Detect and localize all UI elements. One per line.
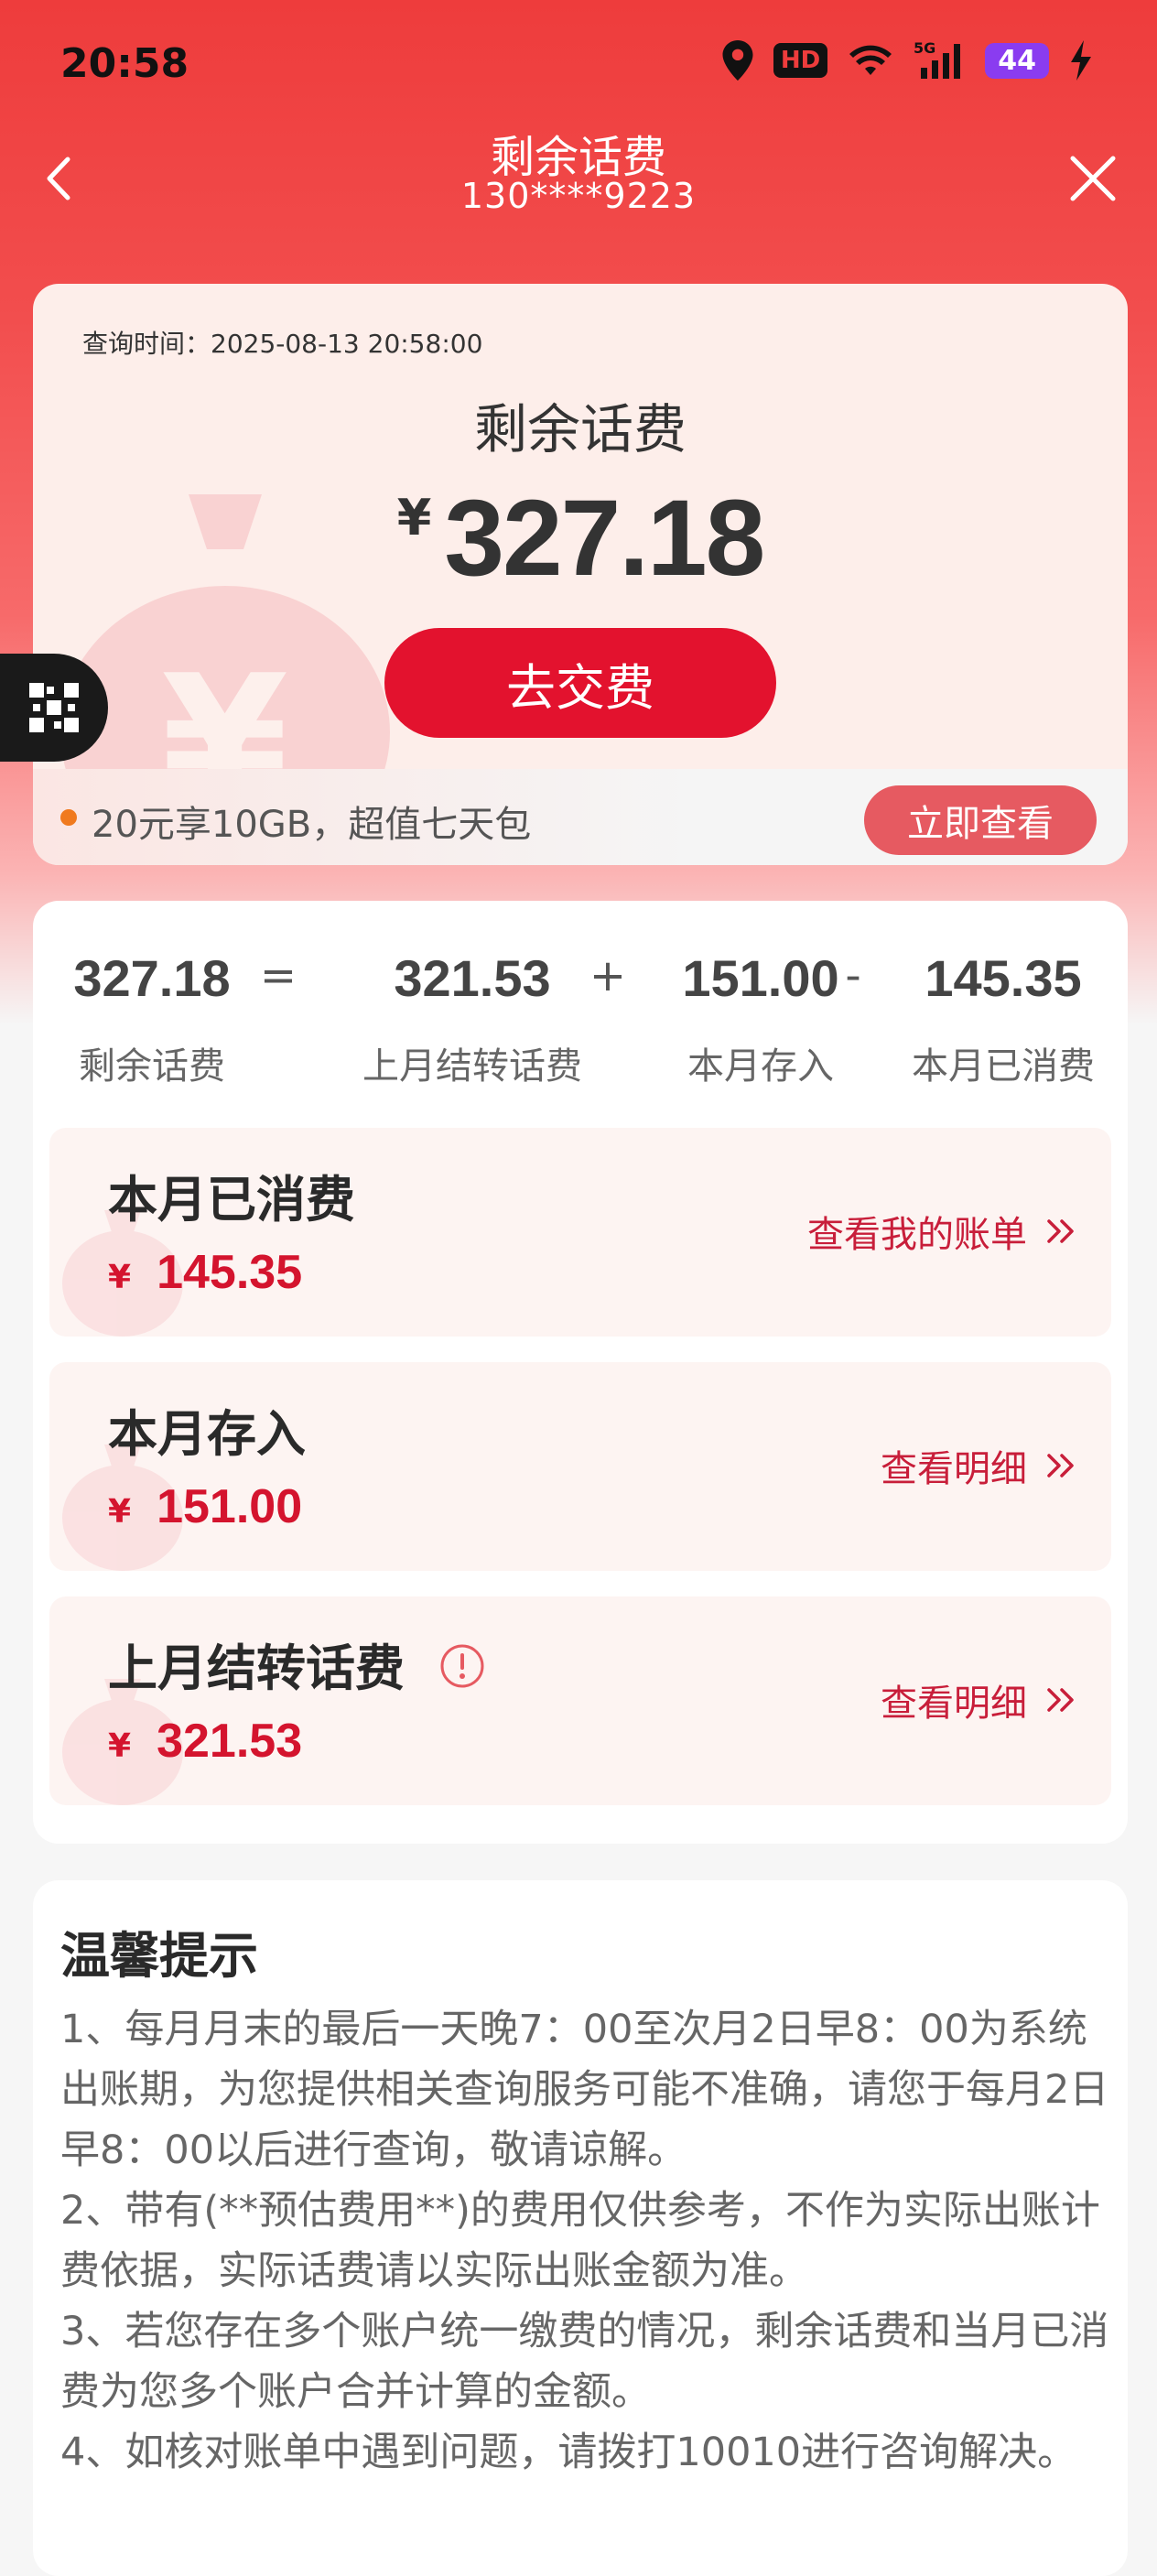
wifi-icon	[848, 42, 893, 79]
balance-amount: ¥327.18	[33, 476, 1128, 601]
row-amount: ¥321.53	[108, 1714, 302, 1769]
signal-5g-icon: 5G	[914, 40, 965, 81]
balance-number: 327.18	[444, 478, 765, 599]
currency-symbol: ¥	[396, 489, 432, 547]
equation-label-deposit: 本月存入	[687, 1045, 834, 1088]
status-bar: 20:58 HD 5G 44	[0, 0, 1157, 137]
pay-button[interactable]: 去交费	[384, 628, 776, 738]
double-chevron-right-icon	[1047, 1688, 1074, 1712]
equation-label-carryover: 上月结转话费	[362, 1045, 582, 1088]
hd-icon: HD	[773, 43, 828, 78]
tip-item: 3、若您存在多个账户统一缴费的情况，剩余话费和当月已消费为您多个账户合并计算的金…	[60, 2309, 1109, 2415]
row-link-label: 查看明细	[881, 1683, 1027, 1725]
row-amount: ¥151.00	[108, 1479, 302, 1534]
detail-row-spent[interactable]: 本月已消费 ¥145.35 查看我的账单	[49, 1128, 1111, 1337]
row-title: 本月存入	[108, 1405, 306, 1463]
row-amount: ¥145.35	[108, 1245, 302, 1300]
tip-item: 1、每月月末的最后一天晚7：00至次月2日早8：00为系统出账期，为您提供相关查…	[60, 2007, 1109, 2173]
row-link-label: 查看明细	[881, 1448, 1027, 1490]
promo-bar[interactable]: 20元享10GB，超值七天包 立即查看	[33, 769, 1128, 865]
currency-symbol: ¥	[108, 1493, 132, 1531]
equation-value-balance: 327.18	[73, 949, 231, 1007]
detail-row-carryover[interactable]: 上月结转话费 ¥321.53 查看明细	[49, 1596, 1111, 1805]
double-chevron-right-icon	[1047, 1454, 1074, 1477]
currency-symbol: ¥	[108, 1727, 132, 1765]
equation-value-carryover: 321.53	[394, 949, 551, 1007]
tip-item: 2、带有(**预估费用**)的费用仅供参考，不作为实际出账计费依据，实际话费请以…	[60, 2188, 1100, 2294]
battery-indicator: 44	[985, 42, 1049, 79]
currency-symbol: ¥	[108, 1259, 132, 1296]
double-chevron-right-icon	[1047, 1219, 1074, 1243]
charging-icon	[1069, 40, 1093, 81]
detail-row-deposit[interactable]: 本月存入 ¥151.00 查看明细	[49, 1362, 1111, 1571]
equation-operator-equals: =	[259, 950, 297, 1001]
phone-number: 130****9223	[460, 176, 697, 216]
equation-label-balance: 剩余话费	[79, 1045, 225, 1088]
promo-text: 20元享10GB，超值七天包	[92, 804, 532, 846]
tip-item: 4、如核对账单中遇到问题，请拨打10010进行咨询解决。	[60, 2430, 1077, 2475]
row-amount-value: 145.35	[157, 1246, 303, 1299]
status-time: 20:58	[60, 40, 189, 87]
location-icon	[722, 40, 753, 81]
view-details-link[interactable]: 查看明细	[881, 1673, 1076, 1726]
row-title-text: 上月结转话费	[108, 1640, 405, 1697]
tips-title: 温馨提示	[60, 1927, 258, 1985]
balance-label: 剩余话费	[473, 398, 687, 460]
query-time: 查询时间：2025-08-13 20:58:00	[82, 329, 483, 359]
qr-float-icon	[29, 683, 79, 732]
view-details-link[interactable]: 查看明细	[881, 1439, 1076, 1492]
row-amount-value: 151.00	[157, 1480, 303, 1533]
equation-operator-plus: +	[589, 950, 627, 1001]
equation-label-spent: 本月已消费	[912, 1045, 1095, 1088]
status-icons: HD 5G 44	[722, 40, 1093, 81]
row-amount-value: 321.53	[157, 1715, 303, 1768]
info-icon[interactable]	[438, 1642, 486, 1702]
close-icon	[1070, 156, 1116, 201]
floating-qr-button[interactable]	[0, 654, 108, 762]
close-button[interactable]	[1065, 151, 1120, 206]
equation-value-spent: 145.35	[925, 949, 1082, 1007]
view-my-bill-link[interactable]: 查看我的账单	[807, 1205, 1076, 1258]
balance-card: ¥ 查询时间：2025-08-13 20:58:00 剩余话费 ¥327.18 …	[33, 284, 1128, 865]
row-link-label: 查看我的账单	[807, 1214, 1027, 1256]
row-title: 上月结转话费	[108, 1628, 486, 1702]
promo-dot	[60, 809, 77, 826]
equation-operator-minus: -	[845, 950, 861, 1001]
summary-card: 327.18 = 321.53 + 151.00 - 145.35 剩余话费 上…	[33, 901, 1128, 1844]
tips-card: 温馨提示 1、每月月末的最后一天晚7：00至次月2日早8：00为系统出账期，为您…	[33, 1880, 1128, 2576]
tips-list: 1、每月月末的最后一天晚7：00至次月2日早8：00为系统出账期，为您提供相关查…	[60, 1999, 1113, 2483]
svg-text:5G: 5G	[914, 40, 935, 57]
row-title: 本月已消费	[108, 1171, 355, 1228]
view-now-button[interactable]: 立即查看	[864, 785, 1097, 855]
